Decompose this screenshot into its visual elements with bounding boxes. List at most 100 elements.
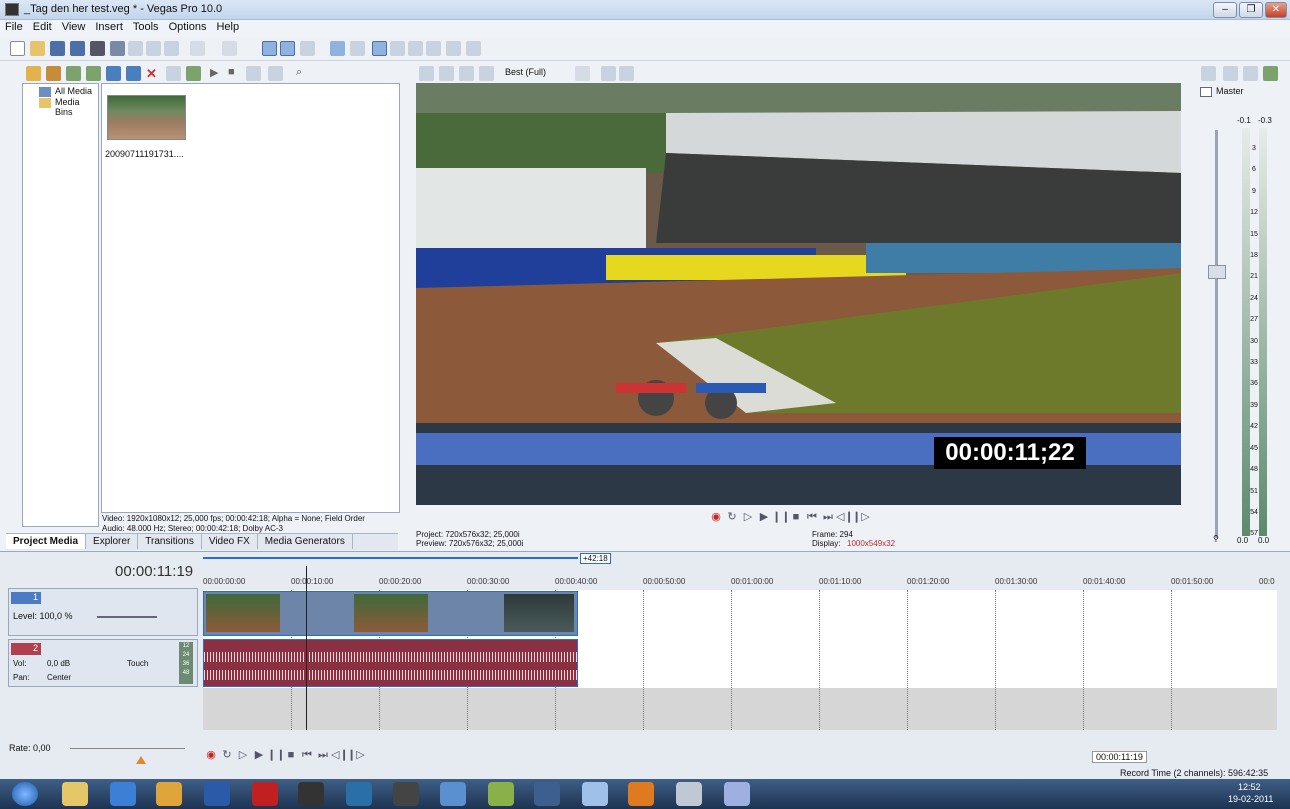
preview-quality-dropdown[interactable]: Best (Full) [505, 67, 546, 77]
go-to-end-button[interactable]: ⏭ [820, 511, 836, 524]
master-lock-icon[interactable]: ⚲ [1213, 534, 1219, 543]
tab-project-media[interactable]: Project Media [6, 534, 87, 549]
tab-transitions[interactable]: Transitions [138, 534, 202, 549]
tree-all-media[interactable]: All Media [55, 86, 92, 96]
mixer-insert-bus-icon[interactable] [1223, 66, 1238, 81]
loop-region-bar[interactable] [203, 557, 578, 559]
add-to-timeline-icon[interactable] [186, 66, 201, 81]
tab-explorer[interactable]: Explorer [86, 534, 139, 549]
close-button[interactable]: ✕ [1265, 2, 1287, 18]
save-snapshot-icon[interactable] [619, 66, 634, 81]
menu-file[interactable]: File [0, 20, 28, 34]
audio-track-number[interactable]: 2 [11, 643, 41, 655]
clock-date[interactable]: 19-02-2011 [1228, 794, 1273, 804]
remove-icon[interactable]: ✕ [146, 66, 161, 81]
search-icon[interactable]: ⌕ [296, 66, 311, 81]
render-icon[interactable] [90, 41, 105, 56]
label-print-icon[interactable] [676, 782, 702, 806]
utility-icon[interactable] [582, 782, 608, 806]
timeline-play-from-start-button[interactable]: ▷ [235, 748, 251, 761]
menu-options[interactable]: Options [164, 20, 212, 34]
menu-edit[interactable]: Edit [28, 20, 57, 34]
menu-insert[interactable]: Insert [90, 20, 128, 34]
ignore-grouping-icon[interactable] [350, 41, 365, 56]
get-photos-icon[interactable] [86, 66, 101, 81]
views-icon[interactable] [268, 66, 283, 81]
timeline-pause-button[interactable]: ❙❙ [267, 748, 285, 761]
loop-button[interactable]: ↻ [724, 510, 740, 523]
properties-icon[interactable] [110, 41, 125, 56]
tab-media-generators[interactable]: Media Generators [258, 534, 353, 549]
tab-video-fx[interactable]: Video FX [202, 534, 258, 549]
paste-icon[interactable] [164, 41, 179, 56]
mixer-properties-icon[interactable] [1201, 66, 1216, 81]
media-clip-name[interactable]: 20090711191731.... [105, 149, 184, 159]
snap-icon[interactable] [262, 41, 277, 56]
lock-envelopes-icon[interactable] [330, 41, 345, 56]
save-as-icon[interactable] [70, 41, 85, 56]
word-icon[interactable] [204, 782, 230, 806]
video-event[interactable] [203, 591, 578, 636]
timeline-record-button[interactable]: ◉ [203, 748, 219, 761]
timeline-previous-frame-button[interactable]: ◁❙ [331, 748, 349, 761]
menu-view[interactable]: View [57, 20, 91, 34]
stop-media-icon[interactable]: ■ [228, 66, 243, 81]
rate-slider[interactable] [70, 748, 185, 749]
auto-preview-icon[interactable] [246, 66, 261, 81]
undo-icon[interactable] [190, 41, 205, 56]
play-button[interactable]: ▶ [756, 510, 772, 523]
search-media-icon[interactable] [126, 66, 141, 81]
outlook-icon[interactable] [156, 782, 182, 806]
app-red-icon[interactable] [252, 782, 278, 806]
scrub-icon[interactable] [446, 41, 461, 56]
minimize-button[interactable]: – [1213, 2, 1237, 18]
play-from-start-button[interactable]: ▷ [740, 510, 756, 523]
properties-media-icon[interactable] [166, 66, 181, 81]
timeline-stop-button[interactable]: ■ [283, 749, 299, 761]
capture-video-icon[interactable] [46, 66, 61, 81]
mixer-dim-icon[interactable] [1263, 66, 1278, 81]
clock-time[interactable]: 12:52 [1238, 782, 1261, 792]
overlays-icon[interactable] [575, 66, 590, 81]
zoom-tool-icon[interactable] [426, 41, 441, 56]
save-icon[interactable] [50, 41, 65, 56]
video-level-slider[interactable] [97, 616, 157, 618]
stop-button[interactable]: ■ [788, 511, 804, 523]
vegas-taskbar-icon[interactable] [298, 782, 324, 806]
copy-snapshot-icon[interactable] [601, 66, 616, 81]
play-media-icon[interactable]: ▶ [210, 66, 225, 81]
maximize-button[interactable]: ❐ [1239, 2, 1263, 18]
timeline-loop-button[interactable]: ↻ [219, 748, 235, 761]
new-icon[interactable] [10, 41, 25, 56]
playhead-cursor[interactable] [306, 566, 307, 730]
cut-icon[interactable] [128, 41, 143, 56]
previous-frame-button[interactable]: ◁❙ [836, 510, 854, 523]
internet-explorer-icon[interactable] [110, 782, 136, 806]
open-icon[interactable] [30, 41, 45, 56]
record-button[interactable]: ◉ [708, 510, 724, 523]
preview-properties-icon[interactable] [419, 66, 434, 81]
get-media-icon[interactable] [66, 66, 81, 81]
external-monitor-icon[interactable] [439, 66, 454, 81]
money-icon[interactable] [724, 782, 750, 806]
envelope-tool-icon[interactable] [390, 41, 405, 56]
selection-tool-icon[interactable] [408, 41, 423, 56]
mixer-downmix-icon[interactable] [1243, 66, 1258, 81]
audio-event[interactable] [203, 639, 578, 687]
video-fx-icon[interactable] [459, 66, 474, 81]
menu-help[interactable]: Help [211, 20, 244, 34]
copy-icon[interactable] [146, 41, 161, 56]
start-button-icon[interactable] [12, 782, 38, 806]
orange-app-icon[interactable] [628, 782, 654, 806]
menu-tools[interactable]: Tools [128, 20, 164, 34]
timeline-go-to-start-button[interactable]: ⏮ [299, 749, 315, 762]
timeline-go-to-end-button[interactable]: ⏭ [315, 749, 331, 762]
pause-button[interactable]: ❙❙ [772, 510, 790, 523]
audio-automation-mode[interactable]: Touch [127, 659, 148, 668]
explorer-icon[interactable] [62, 782, 88, 806]
calculator-icon[interactable] [534, 782, 560, 806]
video-track-number[interactable]: 1 [11, 592, 41, 604]
timeline-ruler[interactable]: 00:00:00:00 00:00:10:00 00:00:20:00 00:00:3… [203, 576, 1285, 590]
disc-icon[interactable] [346, 782, 372, 806]
media-fx-icon[interactable] [106, 66, 121, 81]
